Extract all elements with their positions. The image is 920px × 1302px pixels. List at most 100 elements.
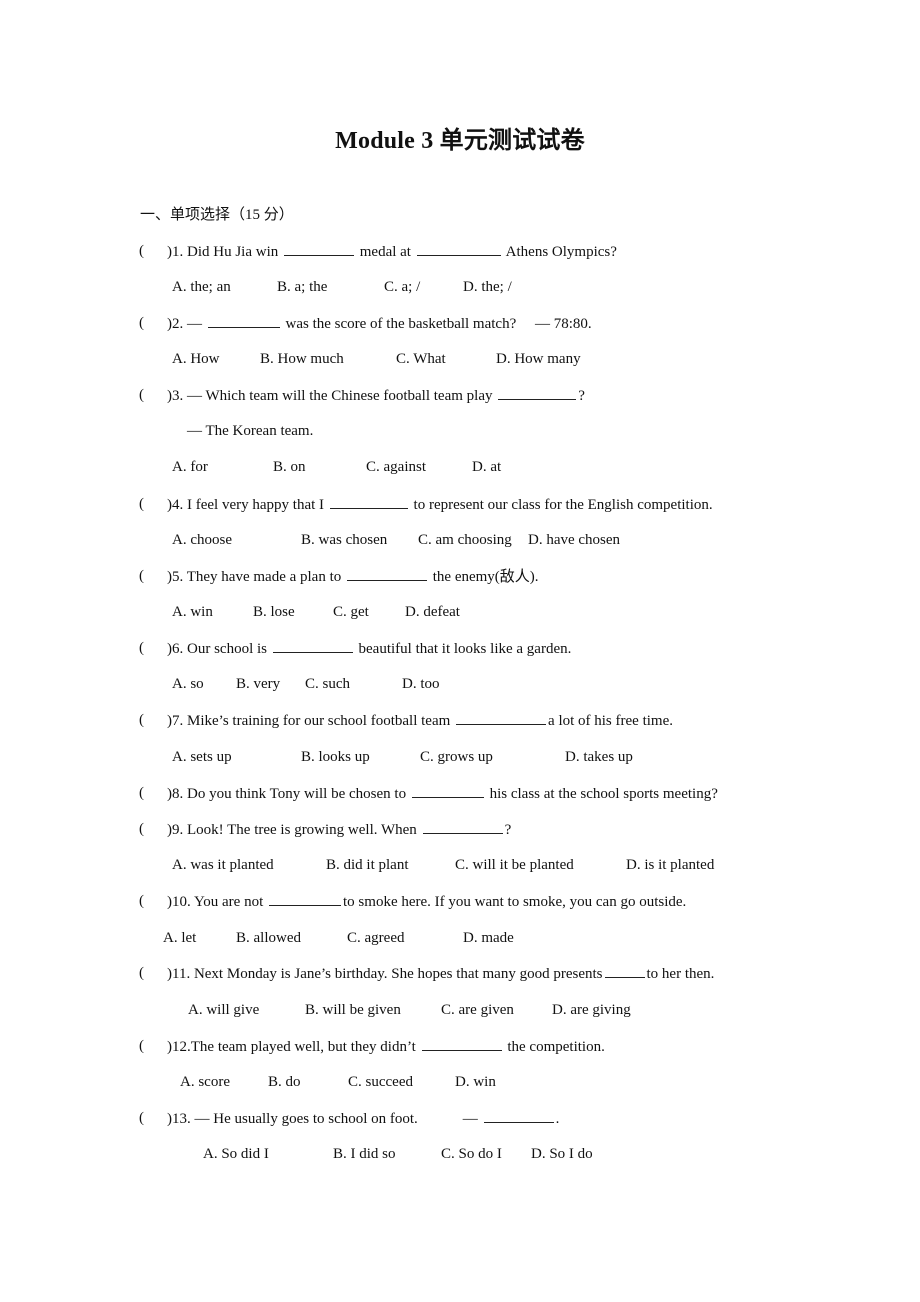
option-a[interactable]: A. How (172, 349, 220, 369)
option-a[interactable]: A. choose (172, 530, 232, 550)
answer-blank[interactable] (498, 385, 577, 400)
option-b[interactable]: B. do (268, 1072, 301, 1092)
answer-blank[interactable] (421, 1036, 502, 1051)
option-d[interactable]: D. is it planted (626, 855, 714, 875)
question-text-part: 13. — He usually goes to school on foot.… (172, 1111, 482, 1127)
question-text: )12.The team played well, but they didn’… (167, 1036, 605, 1057)
question-text-part: 12.The team played well, but they didn’t (172, 1039, 420, 1055)
option-d[interactable]: D. at (472, 457, 501, 477)
option-a[interactable]: A. score (180, 1072, 230, 1092)
page-title: Module 3 单元测试试卷 (335, 128, 585, 154)
option-c[interactable]: C. What (396, 349, 446, 369)
question-text-part: ? (504, 822, 512, 838)
option-c[interactable]: C. against (366, 457, 426, 477)
option-b[interactable]: B. lose (253, 602, 295, 622)
option-a[interactable]: A. the; an (172, 277, 231, 297)
question-text-part: to her then. (646, 966, 715, 982)
answer-blank[interactable] (207, 313, 280, 328)
answer-blank[interactable] (272, 638, 353, 653)
question-text: )13. — He usually goes to school on foot… (167, 1108, 559, 1129)
answer-bracket[interactable]: ( (139, 819, 144, 839)
answer-bracket[interactable]: ( (139, 566, 144, 586)
answer-blank[interactable] (456, 710, 547, 725)
question-text: )10. You are not to smoke here. If you w… (167, 891, 686, 912)
answer-blank[interactable] (269, 891, 342, 906)
section-heading: 一、单项选择（15 分） (140, 207, 294, 223)
answer-bracket[interactable]: ( (139, 891, 144, 911)
option-a[interactable]: A. So did I (203, 1144, 269, 1164)
option-a[interactable]: A. let (163, 928, 196, 948)
option-b[interactable]: B. on (273, 457, 306, 477)
question-text-part: beautiful that it looks like a garden. (354, 641, 572, 657)
answer-bracket[interactable]: ( (139, 385, 144, 405)
option-b[interactable]: B. will be given (305, 1000, 401, 1020)
option-c[interactable]: C. grows up (420, 747, 493, 767)
option-b[interactable]: B. a; the (277, 277, 327, 297)
option-b[interactable]: B. How much (260, 349, 344, 369)
answer-bracket[interactable]: ( (139, 1036, 144, 1056)
option-a[interactable]: A. sets up (172, 747, 232, 767)
question-text-part: 7. Mike’s training for our school footba… (172, 713, 455, 729)
option-b[interactable]: B. allowed (236, 928, 301, 948)
question-text-part: . (555, 1111, 560, 1127)
option-c[interactable]: C. will it be planted (455, 855, 574, 875)
question-text: )8. Do you think Tony will be chosen to … (167, 783, 718, 804)
answer-blank[interactable] (483, 1108, 554, 1123)
answer-bracket[interactable]: ( (139, 963, 144, 983)
answer-bracket[interactable]: ( (139, 638, 144, 658)
option-d[interactable]: D. So I do (531, 1144, 593, 1164)
question-text-part: the competition. (503, 1039, 605, 1055)
option-d[interactable]: D. win (455, 1072, 496, 1092)
option-d[interactable]: D. takes up (565, 747, 633, 767)
answer-blank[interactable] (416, 241, 501, 256)
answer-blank[interactable] (284, 241, 354, 256)
question-text-part: Athens Olympics? (502, 244, 617, 260)
option-b[interactable]: B. was chosen (301, 530, 387, 550)
answer-bracket[interactable]: ( (139, 1108, 144, 1128)
answer-bracket[interactable]: ( (139, 783, 144, 803)
question-text: )6. Our school is beautiful that it look… (167, 638, 571, 659)
answer-bracket[interactable]: ( (139, 494, 144, 514)
option-c[interactable]: C. succeed (348, 1072, 413, 1092)
option-d[interactable]: D. too (402, 674, 440, 694)
option-d[interactable]: D. How many (496, 349, 581, 369)
question-text-part: ? (578, 388, 585, 404)
option-c[interactable]: C. So do I (441, 1144, 502, 1164)
question-text-part: medal at (356, 244, 415, 260)
answer-bracket[interactable]: ( (139, 241, 144, 261)
question-text-part: his class at the school sports meeting? (485, 786, 718, 802)
option-a[interactable]: A. was it planted (172, 855, 274, 875)
option-c[interactable]: C. a; / (384, 277, 420, 297)
option-c[interactable]: C. am choosing (418, 530, 512, 550)
option-a[interactable]: A. win (172, 602, 213, 622)
option-d[interactable]: D. are giving (552, 1000, 631, 1020)
question-text-part: 11. Next Monday is Jane’s birthday. She … (172, 966, 603, 982)
option-b[interactable]: B. looks up (301, 747, 370, 767)
question-text: )3. — Which team will the Chinese footba… (167, 385, 585, 406)
option-b[interactable]: B. I did so (333, 1144, 396, 1164)
option-c[interactable]: C. agreed (347, 928, 404, 948)
option-b[interactable]: B. very (236, 674, 280, 694)
option-a[interactable]: A. so (172, 674, 204, 694)
answer-blank[interactable] (422, 819, 503, 834)
option-d[interactable]: D. the; / (463, 277, 512, 297)
answer-blank[interactable] (329, 494, 408, 509)
option-c[interactable]: C. such (305, 674, 350, 694)
answer-bracket[interactable]: ( (139, 710, 144, 730)
option-d[interactable]: D. made (463, 928, 514, 948)
answer-blank[interactable] (347, 566, 427, 581)
question-text: )11. Next Monday is Jane’s birthday. She… (167, 963, 714, 984)
option-a[interactable]: A. for (172, 457, 208, 477)
answer-blank[interactable] (411, 783, 484, 798)
option-b[interactable]: B. did it plant (326, 855, 409, 875)
answer-blank[interactable] (604, 963, 645, 978)
dialogue-response: — The Korean team. (187, 423, 314, 439)
option-a[interactable]: A. will give (188, 1000, 259, 1020)
question-text-part: 3. — Which team will the Chinese footbal… (172, 388, 497, 404)
option-c[interactable]: C. are given (441, 1000, 514, 1020)
option-d[interactable]: D. defeat (405, 602, 460, 622)
option-d[interactable]: D. have chosen (528, 530, 620, 550)
question-text: )1. Did Hu Jia win medal at Athens Olymp… (167, 241, 617, 262)
option-c[interactable]: C. get (333, 602, 369, 622)
answer-bracket[interactable]: ( (139, 313, 144, 333)
